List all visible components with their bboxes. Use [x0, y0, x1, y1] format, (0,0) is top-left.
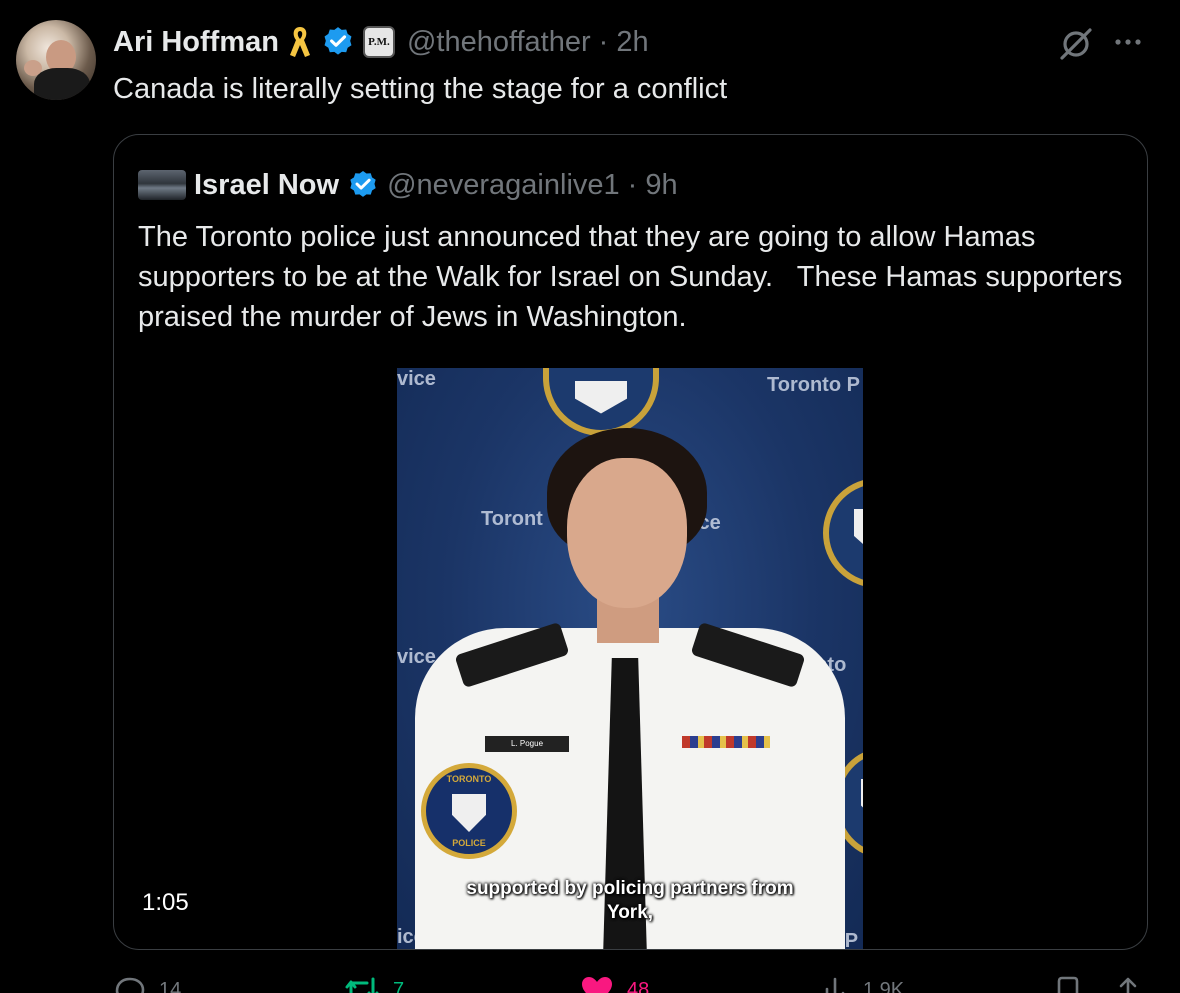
quote-author-name[interactable]: Israel Now	[194, 169, 339, 202]
backdrop-text: vice	[397, 646, 436, 668]
author-handle[interactable]: @thehoffather	[407, 26, 591, 59]
crest-text-bottom: POLICE	[452, 838, 486, 848]
author-name[interactable]: Ari Hoffman	[113, 26, 279, 59]
toronto-police-crest-logo: TORONTO POLICE	[421, 763, 517, 859]
author-avatar[interactable]	[16, 20, 96, 100]
backdrop-text: vice	[397, 368, 436, 390]
quote-header: Israel Now @neveragainlive1 · 9h	[138, 165, 678, 205]
meta-separator: ·	[598, 25, 609, 58]
crest-text-top: TORONTO	[446, 774, 492, 784]
quoted-post[interactable]: Israel Now @neveragainlive1 · 9h The Tor…	[113, 134, 1148, 950]
bookmark-button[interactable]	[1053, 975, 1083, 993]
backdrop-text: Toront	[481, 508, 543, 530]
heart-icon	[582, 977, 612, 993]
share-button[interactable]	[1113, 975, 1143, 993]
quote-author-handle[interactable]: @neveragainlive1	[387, 169, 620, 202]
reply-count: 14	[159, 979, 182, 993]
views-button[interactable]: 1.9K	[821, 975, 904, 993]
backdrop-text: Toronto P	[767, 374, 860, 396]
video-subtitle-line2: York,	[606, 902, 654, 923]
speaker-nametag: L. Pogue	[485, 736, 569, 752]
action-bar: 14 7 48 1.9K	[113, 975, 1153, 993]
repost-icon	[345, 977, 379, 993]
speaker-ribbons	[682, 736, 770, 748]
quote-author-avatar[interactable]	[138, 170, 186, 200]
post-time[interactable]: 2h	[616, 26, 648, 59]
avatar-hand	[24, 60, 42, 76]
verified-icon[interactable]	[321, 25, 355, 59]
video-subtitle-line1: supported by policing partners from	[466, 878, 794, 899]
repost-button[interactable]: 7	[343, 975, 404, 993]
avatar-body	[34, 68, 90, 100]
post-text: Canada is literally setting the stage fo…	[113, 73, 728, 105]
share-icon	[1119, 977, 1137, 993]
more-icon[interactable]	[1110, 30, 1146, 54]
meta-separator: ·	[627, 168, 638, 201]
views-count: 1.9K	[863, 979, 905, 993]
views-icon	[825, 977, 845, 993]
repost-count: 7	[393, 979, 405, 993]
like-count: 48	[627, 979, 650, 993]
yellow-ribbon-icon	[289, 27, 310, 57]
reply-button[interactable]: 14	[113, 975, 181, 993]
reply-icon	[115, 977, 145, 993]
video-player[interactable]: vice Toronto P Toront ice vice oronto P …	[397, 368, 863, 949]
speaker-face	[567, 458, 687, 608]
affiliation-badge[interactable]: P.M.	[362, 26, 395, 58]
quote-time[interactable]: 9h	[645, 169, 677, 202]
like-button[interactable]: 48	[579, 975, 649, 993]
video-duration: 1:05	[142, 889, 189, 916]
verified-icon[interactable]	[347, 169, 379, 201]
quote-text: The Toronto police just announced that t…	[138, 221, 1131, 333]
bookmark-icon	[1057, 976, 1079, 993]
grok-icon[interactable]	[1056, 24, 1096, 64]
post-header: Ari Hoffman P.M. @thehoffather · 2h	[113, 22, 649, 62]
